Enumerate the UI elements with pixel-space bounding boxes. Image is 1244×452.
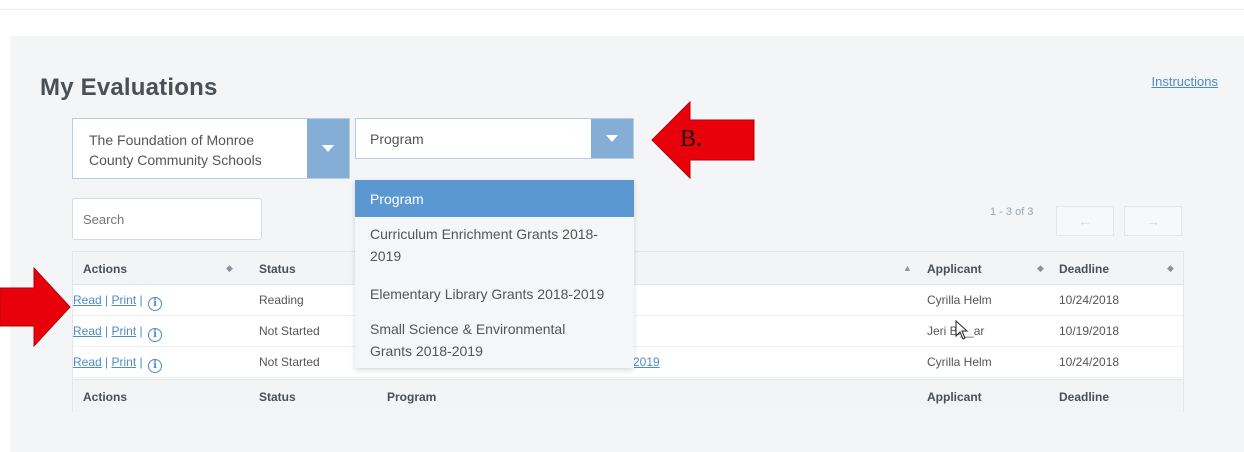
row-actions: Read | Print | i xyxy=(73,293,162,311)
option-line: Curriculum Enrichment Grants 2018- xyxy=(370,226,598,242)
applicant-cell: Cyrilla Helm xyxy=(927,293,992,307)
column-header-deadline[interactable]: Deadline xyxy=(1059,262,1109,276)
column-header-status[interactable]: Status xyxy=(259,262,296,276)
print-link[interactable]: Print xyxy=(112,293,137,307)
annotation-label: B. xyxy=(680,126,703,152)
column-header-actions[interactable]: Actions xyxy=(83,262,127,276)
read-link[interactable]: Read xyxy=(73,355,102,369)
annotation-arrow-left-icon xyxy=(651,100,755,180)
option-line: 2019 xyxy=(370,248,402,264)
sort-ascending-icon[interactable]: ▲ xyxy=(903,263,912,273)
chevron-down-icon xyxy=(606,135,618,142)
separator: | xyxy=(105,293,109,307)
info-icon[interactable]: i xyxy=(148,359,162,373)
separator: | xyxy=(105,324,109,338)
footer-program: Program xyxy=(387,390,437,404)
footer-applicant: Applicant xyxy=(927,390,982,404)
option-line: Small Science & Environmental xyxy=(370,321,566,337)
print-link[interactable]: Print xyxy=(112,324,137,338)
table-footer: Actions Status Program Applicant Deadlin… xyxy=(73,379,1183,412)
info-icon[interactable]: i xyxy=(148,328,162,342)
top-bar xyxy=(0,0,1244,10)
dropdown-option-small-science[interactable]: Small Science & Environmental Grants 201… xyxy=(355,318,634,362)
info-icon[interactable]: i xyxy=(148,297,162,311)
separator: | xyxy=(139,355,143,369)
deadline-cell: 10/19/2018 xyxy=(1059,324,1120,338)
dropdown-option-curriculum-enrichment[interactable]: Curriculum Enrichment Grants 2018- 2019 xyxy=(355,223,634,267)
organization-select-toggle[interactable] xyxy=(307,119,349,178)
separator: | xyxy=(139,324,143,338)
dropdown-option-program[interactable]: Program xyxy=(355,180,634,217)
read-link[interactable]: Read xyxy=(73,293,102,307)
mouse-cursor-icon xyxy=(955,320,969,340)
sort-icon[interactable]: ◆ xyxy=(1037,263,1044,274)
separator: | xyxy=(139,293,143,307)
separator: | xyxy=(105,355,109,369)
status-cell: Not Started xyxy=(259,355,320,369)
option-line: Grants 2018-2019 xyxy=(370,343,483,359)
status-cell: Not Started xyxy=(259,324,320,338)
row-actions: Read | Print | i xyxy=(73,355,162,373)
sort-icon[interactable]: ◆ xyxy=(1167,263,1174,274)
page-title: My Evaluations xyxy=(40,74,218,101)
chevron-down-icon xyxy=(322,145,334,152)
read-link[interactable]: Read xyxy=(73,324,102,338)
next-page-button[interactable]: → xyxy=(1124,206,1182,236)
status-cell: Reading xyxy=(259,293,304,307)
footer-actions: Actions xyxy=(83,390,128,404)
program-dropdown-menu: Program Curriculum Enrichment Grants 201… xyxy=(355,180,634,368)
deadline-cell: 10/24/2018 xyxy=(1059,293,1120,307)
column-header-applicant[interactable]: Applicant xyxy=(927,262,982,276)
pagination-summary: 1 - 3 of 3 xyxy=(990,206,1034,218)
organization-select[interactable]: The Foundation of Monroe County Communit… xyxy=(72,118,350,179)
program-select[interactable]: Program xyxy=(355,118,634,159)
print-link[interactable]: Print xyxy=(112,355,137,369)
row-actions: Read | Print | i xyxy=(73,324,162,342)
footer-deadline: Deadline xyxy=(1059,390,1110,404)
previous-page-button[interactable]: ← xyxy=(1056,206,1114,236)
program-select-toggle[interactable] xyxy=(591,119,633,158)
program-select-value: Program xyxy=(370,131,424,147)
search-input[interactable] xyxy=(72,198,262,240)
instructions-link[interactable]: Instructions xyxy=(1152,74,1218,89)
arrow-right-icon: → xyxy=(1146,213,1160,229)
applicant-cell: Cyrilla Helm xyxy=(927,355,992,369)
program-cell[interactable]: 2019 xyxy=(633,355,660,369)
footer-status: Status xyxy=(259,390,296,404)
sort-icon[interactable]: ◆ xyxy=(226,263,233,274)
arrow-left-icon: ← xyxy=(1078,213,1092,229)
organization-select-value: The Foundation of Monroe County Communit… xyxy=(89,132,262,168)
dropdown-option-elementary-library[interactable]: Elementary Library Grants 2018-2019 xyxy=(355,283,634,305)
annotation-arrow-right-icon xyxy=(0,266,71,348)
deadline-cell: 10/24/2018 xyxy=(1059,355,1120,369)
